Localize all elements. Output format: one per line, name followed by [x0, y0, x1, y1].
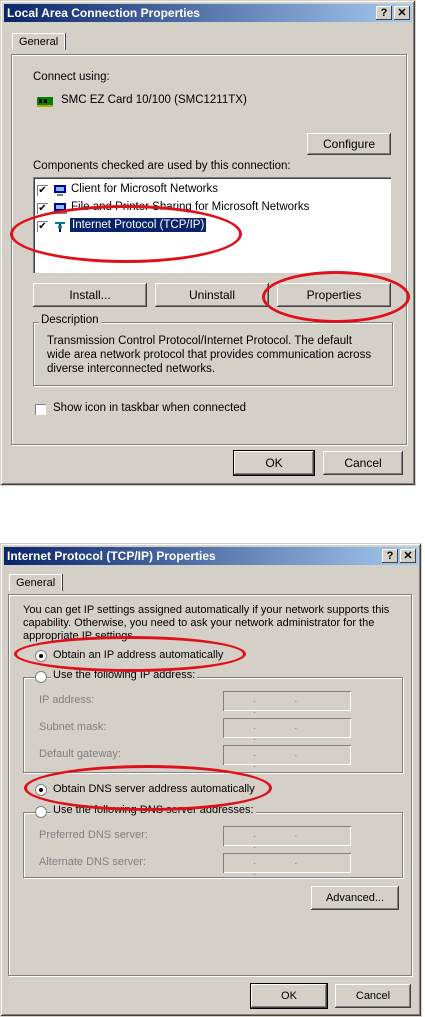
- component-label: File and Printer Sharing for Microsoft N…: [71, 201, 310, 213]
- tab-general[interactable]: General: [12, 33, 66, 50]
- subnet-mask-dots: . . .: [253, 721, 316, 743]
- default-gateway-label: Default gateway:: [39, 748, 121, 760]
- close-button[interactable]: ✕: [400, 549, 416, 563]
- components-label: Components checked are used by this conn…: [33, 160, 291, 172]
- dialog-title: Internet Protocol (TCP/IP) Properties: [7, 549, 216, 563]
- install-button[interactable]: Install...: [33, 283, 147, 307]
- local-area-connection-dialog: Local Area Connection Properties ? ✕ Gen…: [0, 0, 416, 486]
- show-icon-label: Show icon in taskbar when connected: [53, 402, 247, 414]
- list-item[interactable]: ✔ Internet Protocol (TCP/IP): [37, 218, 377, 235]
- close-button[interactable]: ✕: [394, 6, 410, 20]
- network-client-icon: [53, 184, 67, 197]
- adapter-name: SMC EZ Card 10/100 (SMC1211TX): [61, 94, 247, 106]
- tab-general[interactable]: General: [9, 574, 63, 591]
- list-item[interactable]: ✔ Client for Microsoft Networks: [37, 183, 377, 199]
- cancel-button[interactable]: Cancel: [335, 984, 411, 1008]
- use-following-dns-label: Use the following DNS server addresses:: [51, 804, 256, 816]
- preferred-dns-label: Preferred DNS server:: [39, 829, 148, 841]
- help-button[interactable]: ?: [376, 6, 392, 20]
- uninstall-button[interactable]: Uninstall: [155, 283, 269, 307]
- default-gateway-field: . . .: [223, 745, 351, 770]
- preferred-dns-field: . . .: [223, 826, 351, 851]
- dialog-title-bar: Local Area Connection Properties ? ✕: [4, 4, 412, 22]
- default-gateway-dots: . . .: [253, 748, 316, 770]
- cancel-button[interactable]: Cancel: [323, 451, 403, 475]
- tcpip-properties-dialog: Internet Protocol (TCP/IP) Properties ? …: [0, 543, 422, 1017]
- ip-address-field: . . .: [223, 691, 351, 716]
- connect-using-label: Connect using:: [33, 71, 110, 83]
- network-card-icon: [37, 95, 53, 107]
- ok-button[interactable]: OK: [233, 450, 315, 476]
- alternate-dns-field: . . .: [223, 853, 351, 878]
- ip-address-dots: . . .: [253, 694, 316, 716]
- tcpip-checkbox[interactable]: ✔: [37, 221, 48, 232]
- components-list[interactable]: ✔ Client for Microsoft Networks ✔ File a…: [33, 177, 391, 273]
- advanced-button[interactable]: Advanced...: [311, 886, 399, 910]
- list-item[interactable]: ✔ File and Printer Sharing for Microsoft…: [37, 201, 377, 217]
- help-button[interactable]: ?: [382, 549, 398, 563]
- preferred-dns-dots: . . .: [253, 829, 316, 851]
- intro-text: You can get IP settings assigned automat…: [23, 604, 390, 642]
- client-checkbox[interactable]: ✔: [37, 185, 48, 196]
- ok-button[interactable]: OK: [250, 983, 328, 1009]
- subnet-mask-label: Subnet mask:: [39, 721, 107, 733]
- dialog-title: Local Area Connection Properties: [7, 6, 200, 20]
- component-label-selected: Internet Protocol (TCP/IP): [70, 218, 207, 232]
- component-label: Client for Microsoft Networks: [71, 183, 218, 195]
- obtain-ip-auto-label: Obtain an IP address automatically: [53, 649, 224, 661]
- obtain-ip-auto-radio[interactable]: [35, 650, 47, 662]
- obtain-dns-auto-radio[interactable]: [35, 784, 47, 796]
- file-printer-sharing-icon: [53, 202, 67, 215]
- use-following-ip-label: Use the following IP address:: [51, 669, 198, 681]
- dialog-title-bar: Internet Protocol (TCP/IP) Properties ? …: [4, 547, 418, 565]
- description-text: Transmission Control Protocol/Internet P…: [47, 335, 372, 375]
- protocol-icon: [53, 220, 67, 233]
- subnet-mask-field: . . .: [223, 718, 351, 743]
- file-sharing-checkbox[interactable]: ✔: [37, 203, 48, 214]
- show-icon-checkbox[interactable]: [35, 404, 46, 415]
- description-legend: Description: [39, 314, 101, 326]
- use-following-dns-radio[interactable]: [35, 806, 47, 818]
- properties-button[interactable]: Properties: [277, 283, 391, 307]
- ip-address-label: IP address:: [39, 694, 95, 706]
- configure-button[interactable]: Configure: [307, 133, 391, 155]
- obtain-dns-auto-label: Obtain DNS server address automatically: [53, 783, 255, 795]
- use-following-ip-radio[interactable]: [35, 671, 47, 683]
- alternate-dns-dots: . . .: [253, 856, 316, 878]
- alternate-dns-label: Alternate DNS server:: [39, 856, 146, 868]
